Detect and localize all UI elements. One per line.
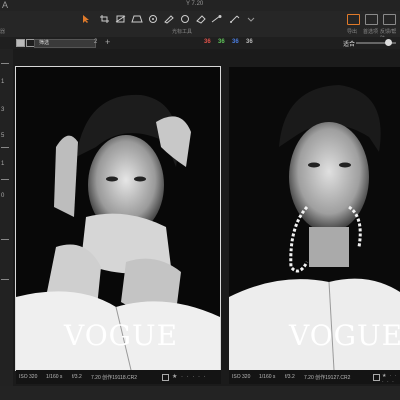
- photo-thumbnail-2[interactable]: VOGUE: [229, 67, 400, 370]
- photo-thumbnail-1[interactable]: VOGUE: [15, 66, 221, 371]
- green-count[interactable]: 36: [218, 39, 225, 45]
- select-checkbox[interactable]: [162, 374, 169, 381]
- filename: 7.20 创作19118.CR2: [91, 375, 138, 381]
- filter-bar: 筛选 2 + 36 36 36 36 适合: [0, 37, 400, 49]
- chevron-down-icon[interactable]: [244, 14, 258, 24]
- app-logo-letter: A: [2, 0, 9, 10]
- gray-count[interactable]: 36: [246, 39, 253, 45]
- strip-number: 0: [1, 193, 5, 199]
- photo-info-bar-2: ISO 320 1/160 s f/3.2 7.20 创作19127.CR2 ★…: [229, 370, 400, 385]
- bottom-bar: [0, 386, 400, 400]
- select-checkbox[interactable]: [373, 374, 380, 381]
- feedback-button[interactable]: [383, 14, 396, 25]
- filename: 7.20 创作19127.CR2: [304, 375, 351, 381]
- spot-removal-icon[interactable]: [146, 14, 160, 24]
- circle-icon[interactable]: [178, 14, 192, 24]
- tools-caption: 光标工具: [172, 29, 193, 35]
- add-icon[interactable]: +: [105, 37, 110, 47]
- crop-icon[interactable]: [98, 14, 112, 24]
- rating-stars[interactable]: ★ · · · · ·: [172, 373, 207, 380]
- rating-stars[interactable]: ★ · · · · ·: [382, 373, 400, 385]
- preferences-label: 首选项: [363, 29, 379, 35]
- vogue-logo-1: VOGUE: [64, 319, 179, 352]
- export-button[interactable]: [347, 14, 360, 25]
- eraser-icon[interactable]: [194, 14, 208, 24]
- strip-number: 5: [1, 133, 5, 139]
- grid-view-button[interactable]: [16, 39, 25, 47]
- brush-icon[interactable]: [162, 14, 176, 24]
- shutter-value: 1/160 s: [259, 374, 276, 380]
- shutter-value: 1/160 s: [46, 374, 63, 380]
- filter-input[interactable]: 筛选: [34, 39, 96, 48]
- zoom-fit-label[interactable]: 适合: [343, 39, 355, 48]
- strip-divider: [1, 63, 9, 64]
- strip-number: 1: [1, 161, 5, 167]
- red-count[interactable]: 36: [204, 39, 211, 45]
- blue-count[interactable]: 36: [232, 39, 239, 45]
- preferences-button[interactable]: [365, 14, 378, 25]
- keystone-icon[interactable]: [130, 14, 144, 24]
- strip-divider: [1, 279, 9, 280]
- left-panel-strip: 1 3 5 1 0: [0, 49, 13, 400]
- straighten-icon[interactable]: [114, 14, 128, 24]
- picker-icon[interactable]: [228, 14, 242, 24]
- select-arrow-icon[interactable]: [80, 14, 94, 24]
- toolbar: 器 光标工具 导出 首选项 反馈/帮助: [0, 11, 400, 42]
- app-sub-label: 器: [0, 29, 6, 35]
- export-label: 导出: [347, 29, 358, 35]
- window-title: Y 7.20: [186, 1, 204, 7]
- strip-number: 3: [1, 107, 5, 113]
- strip-number: 1: [1, 79, 5, 85]
- iso-value: ISO 320: [232, 374, 251, 380]
- strip-divider: [1, 147, 9, 148]
- aperture-value: f/3.2: [285, 374, 295, 380]
- photo-info-bar-1: ISO 320 1/160 s f/3.2 7.20 创作19118.CR2 ★…: [16, 370, 221, 384]
- strip-divider: [1, 239, 9, 240]
- gradient-icon[interactable]: [210, 14, 224, 24]
- strip-divider: [1, 179, 9, 180]
- zoom-slider-knob[interactable]: [385, 39, 392, 46]
- aperture-value: f/3.2: [72, 374, 82, 380]
- vogue-logo-2: VOGUE: [289, 319, 400, 352]
- filter-count: 2: [94, 39, 98, 45]
- iso-value: ISO 320: [19, 374, 38, 380]
